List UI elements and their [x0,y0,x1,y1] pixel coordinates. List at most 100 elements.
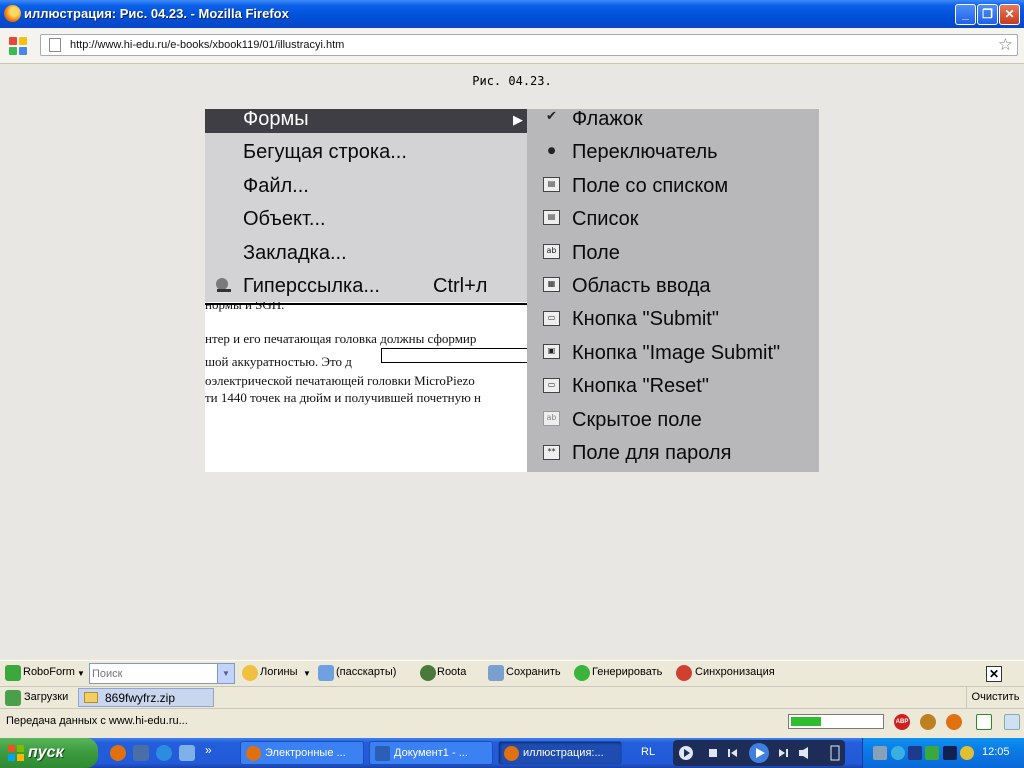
roboform-toolbar: RoboForm ▼ ▼ Логины ▼ (пасскарты) Roota … [0,660,1024,686]
downloads-label[interactable]: Загрузки [24,691,68,703]
task-firefox-ebooks[interactable]: Электронные ... [240,741,364,765]
minimize-button[interactable]: _ [955,4,976,25]
firefox-status-icon[interactable] [946,714,962,730]
submit-button-icon: ▭ [543,311,560,326]
maximize-button[interactable]: ❐ [977,4,998,25]
generate-button[interactable]: Генерировать [592,666,662,678]
language-indicator[interactable]: RL [641,746,655,758]
status-text: Передача данных с www.hi-edu.ru... [6,715,188,727]
progress-fill [791,717,821,726]
adblock-icon[interactable]: ABP [894,714,910,730]
quicklaunch-firefox-icon[interactable] [110,745,126,761]
logins-star-icon [242,665,258,681]
logins-button[interactable]: Логины [260,666,297,678]
status-bar: Передача данных с www.hi-edu.ru... ABP [0,708,1024,734]
progress-bar [788,714,884,729]
title-bar[interactable]: иллюстрация: Рис. 04.23. - Mozilla Firef… [0,0,1024,28]
save-button[interactable]: Сохранить [506,666,561,678]
save-icon [488,665,504,681]
sync-button[interactable]: Синхронизация [695,666,775,678]
folder-icon [84,692,98,703]
media-player-bar[interactable] [673,740,845,766]
address-bar[interactable]: http://www.hi-edu.ru/e-books/xbook119/01… [40,34,1018,56]
listbox-icon: ▤ [543,210,560,225]
submenu-item-hidden: Скрытое поле [572,409,702,431]
sidebar-status-icon[interactable] [1004,714,1020,730]
task-label: Документ1 - ... [394,747,468,759]
figure-caption: Рис. 04.23. [472,74,552,88]
start-button[interactable]: пуск [0,738,98,768]
task-firefox-illustration[interactable]: иллюстрация:... [498,741,622,765]
passcards-icon [318,665,334,681]
download-item[interactable]: 869fwyfrz.zip [78,688,214,707]
toolbar-close-button[interactable]: ✕ [986,666,1002,682]
tray-network-icon[interactable] [873,746,887,760]
roota-button[interactable]: Roota [437,666,466,678]
figure-image: нормы и SGH. нтер и его печатающая голов… [205,109,819,472]
submenu-arrow-icon: ▶ [513,112,523,127]
search-dropdown-icon[interactable]: ▼ [217,664,234,683]
tray-globe-icon[interactable] [891,746,905,760]
apps-grid-icon[interactable] [9,37,27,55]
tray-roboform-icon[interactable] [925,746,939,760]
image-submit-icon: ▣ [543,344,560,359]
firefox-icon [246,746,261,761]
search-input[interactable] [92,666,214,681]
generate-icon [574,665,590,681]
tray-app-icon[interactable] [943,746,957,760]
quicklaunch-ie-icon[interactable] [156,745,172,761]
task-label: иллюстрация:... [523,747,604,759]
password-field-icon: ** [543,445,560,460]
downloads-icon [5,690,21,706]
firefox-icon [504,746,519,761]
submenu-item-reset: Кнопка "Reset" [572,375,709,397]
close-button[interactable]: ✕ [999,4,1020,25]
menu-item-file: Файл... [243,175,309,197]
menu-item-bookmark: Закладка... [243,242,347,264]
sync-icon [676,665,692,681]
roboform-search[interactable]: ▼ [89,663,235,684]
insert-menu: Формы ▶ Бегущая строка... Файл... Объект… [205,109,527,302]
doc-textbox-outline [381,348,531,363]
menu-divider [205,303,527,305]
tray-monitor-icon[interactable] [908,746,922,760]
task-word-document[interactable]: Документ1 - ... [369,741,493,765]
passcards-button[interactable]: (пасскарты) [336,666,396,678]
window-title: иллюстрация: Рис. 04.23. - Mozilla Firef… [24,6,289,21]
hyperlink-globe-icon [216,278,231,292]
taskbar: пуск » Электронные ... Документ1 - ... и… [0,738,1024,768]
menu-item-marquee: Бегущая строка... [243,141,407,163]
submenu-item-textarea: Область ввода [572,275,711,297]
submenu-item-image-submit: Кнопка "Image Submit" [572,342,781,364]
roboform-dropdown-icon[interactable]: ▼ [77,669,85,678]
menu-item-forms: Формы [243,109,309,130]
download-filename: 869fwyfrz.zip [105,691,176,705]
navigation-bar: http://www.hi-edu.ru/e-books/xbook119/01… [0,28,1024,64]
logins-dropdown-icon[interactable]: ▼ [303,669,311,678]
page-icon [49,38,61,52]
quicklaunch-desktop-icon[interactable] [179,745,195,761]
quicklaunch-app-icon[interactable] [133,745,149,761]
hyperlink-shortcut: Ctrl+л [433,275,488,297]
text-field-icon: ab [543,244,560,259]
roboform-menu[interactable]: RoboForm [23,666,75,678]
submenu-item-field: Поле [572,242,620,264]
doc-line: ти 1440 точек на дюйм и получившей почет… [205,390,482,405]
submenu-item-checkbox: Флажок [572,109,643,130]
quicklaunch-more-icon[interactable]: » [205,743,221,759]
downloads-bar: Загрузки 869fwyfrz.zip Очистить [0,686,1024,709]
checkbox-icon: ✔ [546,110,557,124]
roboform-icon[interactable] [5,665,21,681]
tray-sound-icon[interactable] [960,746,974,760]
page-status-icon[interactable] [976,714,992,730]
textarea-icon: ▦ [543,277,560,292]
start-label: пуск [28,744,64,761]
bookmark-star-icon[interactable]: ☆ [998,35,1013,55]
menu-item-object: Объект... [243,208,326,230]
monkey-icon[interactable] [920,714,936,730]
clear-downloads-button[interactable]: Очистить [966,687,1024,709]
url-text[interactable]: http://www.hi-edu.ru/e-books/xbook119/01… [70,39,344,51]
clock[interactable]: 12:05 [982,746,1010,758]
menu-item-hyperlink: Гиперссылка... [243,275,380,297]
doc-line: оэлектрической печатающей головки MicroP… [205,373,475,388]
